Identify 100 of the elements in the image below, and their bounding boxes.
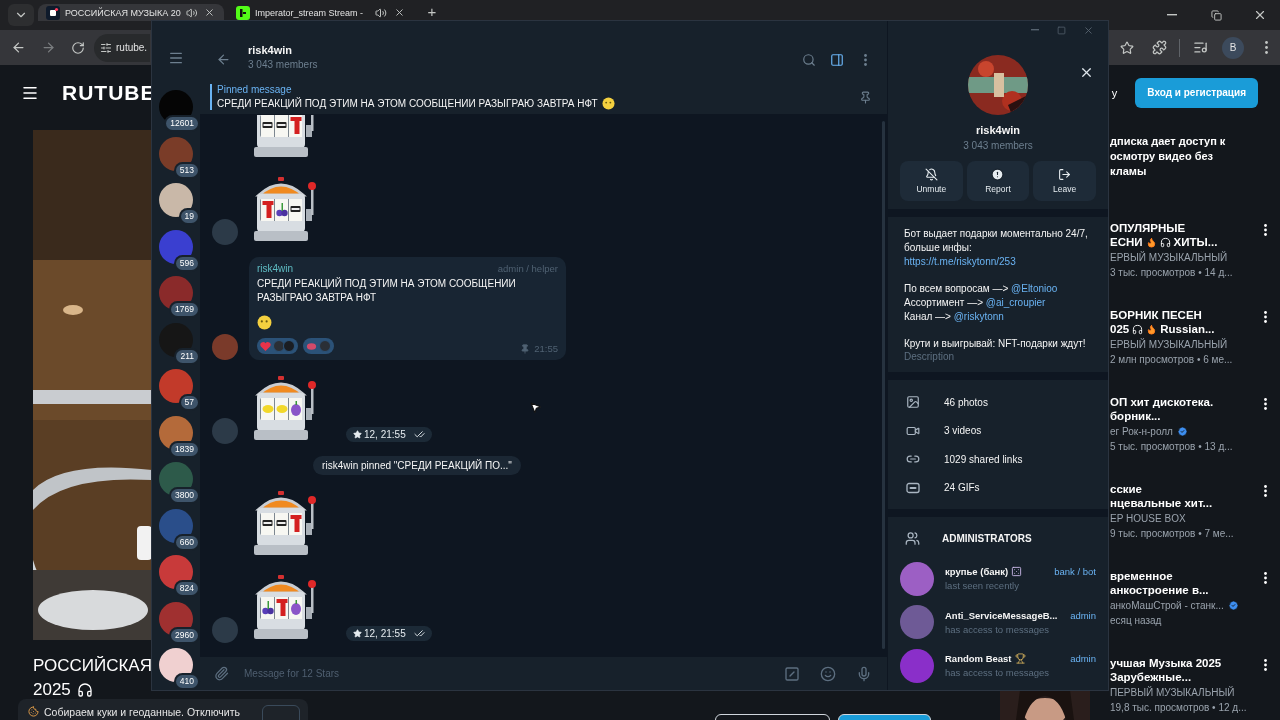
unread-count: 211	[176, 349, 198, 363]
video-meta: 5 тыс. просмотров • 13 д...	[1110, 440, 1233, 452]
star-icon	[1120, 40, 1134, 55]
restore-icon	[1210, 9, 1222, 21]
profile-action-button[interactable]: Leave	[1033, 161, 1096, 201]
profile-action-button[interactable]: Report	[966, 161, 1030, 201]
channel-name[interactable]: ЕР HOUSE BOX	[1110, 512, 1186, 524]
unread-count: 3800	[171, 489, 198, 502]
chat-avatar[interactable]	[159, 508, 193, 543]
video-title[interactable]: БОРНИК ПЕСЕН	[1110, 309, 1202, 321]
channel-name[interactable]: ег Рок-н-ролл	[1110, 425, 1173, 437]
more-icon	[1263, 224, 1267, 236]
puzzle-icon	[1151, 40, 1167, 55]
video-meta: есяц назад	[1110, 614, 1162, 626]
video-title[interactable]: ХИТЫ...	[1173, 236, 1218, 248]
description-link[interactable]: https://t.me/riskytonn/253	[904, 256, 1016, 267]
video-title[interactable]: Зарубежные...	[1110, 671, 1192, 683]
site-logo[interactable]: RUTUBE	[62, 80, 156, 105]
chat-avatar[interactable]	[159, 183, 193, 217]
media-count[interactable]: 1029 shared links	[944, 453, 1023, 465]
channel-name[interactable]: анкоМашСтрой - станк...	[1110, 599, 1224, 611]
video-title[interactable]: борник...	[1110, 410, 1161, 422]
pinned-text: СРЕДИ РЕАКЦИЙ ПОД ЭТИМ НА ЭТОМ СООБЩЕНИИ РАЗЫГРАЮ ЗАВТРА НФТ	[217, 98, 598, 109]
chat-avatar[interactable]	[159, 276, 193, 310]
description-link[interactable]: @riskytonn	[953, 311, 1004, 322]
more-icon	[863, 54, 867, 66]
speaker-icon	[375, 6, 387, 19]
description-text: Бот выдает подарки моментально 24/7, больше инфы:	[904, 228, 1088, 253]
fire-icon	[1145, 236, 1157, 248]
promo-text: осмотру видео без	[1110, 149, 1215, 164]
menu-icon	[168, 50, 184, 66]
chat-avatar[interactable]	[159, 555, 193, 589]
chat-avatar[interactable]	[159, 136, 193, 171]
star-icon	[353, 629, 362, 638]
video-title[interactable]: ОП хит дискотека.	[1110, 396, 1214, 408]
description-text: По всем вопросам —>	[904, 283, 1009, 294]
chat-avatar[interactable]	[159, 462, 193, 496]
channel-name[interactable]: ПЕРВЫЙ МУЗЫКАЛЬНЫЙ	[1110, 686, 1235, 698]
video-title[interactable]: нцевальные хит...	[1110, 497, 1213, 509]
admin-avatar[interactable]	[900, 561, 934, 596]
chat-avatar[interactable]	[159, 648, 193, 682]
dice-icon	[1011, 566, 1023, 578]
video-title[interactable]: временное	[1110, 570, 1173, 582]
browser-tab[interactable]: Imperator_stream Stream -	[228, 4, 414, 21]
video-title[interactable]: учшая Музыка 2025	[1110, 657, 1222, 669]
close-icon	[1083, 24, 1094, 36]
chat-avatar[interactable]	[159, 415, 193, 450]
profile-action-button[interactable]: Unmute	[900, 161, 963, 201]
unread-count: 1769	[171, 303, 198, 316]
new-tab-button[interactable]: +	[424, 3, 440, 19]
video-title: 2025	[33, 679, 71, 701]
admin-name[interactable]: крупье (банк)	[945, 566, 1009, 578]
message-time: 12, 21:55	[364, 628, 406, 639]
author-name[interactable]: risk4win	[257, 263, 294, 274]
chat-avatar[interactable]	[159, 601, 193, 636]
tab-title: Imperator_stream Stream -	[255, 7, 365, 18]
emoji-icon	[257, 315, 272, 330]
users-icon	[905, 530, 920, 546]
video-title[interactable]: сские	[1110, 483, 1142, 495]
unread-count: 12601	[166, 117, 198, 130]
media-count[interactable]: 24 GIFs	[944, 482, 980, 494]
more-icon	[1263, 398, 1267, 410]
profile-button[interactable]: B	[1222, 36, 1244, 59]
message-field[interactable]: Message for 12 Stars	[242, 667, 769, 680]
media-count[interactable]: 3 videos	[944, 425, 982, 437]
reaction-chip[interactable]	[303, 338, 334, 354]
member-count: 3 043 members	[963, 140, 1033, 151]
description-link[interactable]: @Eltonioo	[1011, 283, 1058, 294]
close-icon	[1253, 8, 1267, 22]
video-title[interactable]: анкостроение в...	[1110, 584, 1209, 596]
video-meta: 2 млн просмотров • 6 ме...	[1110, 353, 1233, 365]
video-title[interactable]: Russian...	[1160, 323, 1215, 335]
description-link[interactable]: @ai_croupier	[985, 297, 1046, 308]
reaction-chip[interactable]	[257, 338, 298, 354]
tab-list-button[interactable]	[8, 4, 34, 26]
maximize-icon	[1057, 25, 1066, 35]
site-favicon	[46, 5, 60, 20]
url-text: rutube.	[116, 42, 148, 53]
browser-tab[interactable]: РОССИЙСКАЯ МУЗЫКА 20	[38, 4, 224, 21]
video-title[interactable]: ОПУЛЯРНЫЕ	[1110, 222, 1186, 234]
channel-name[interactable]: ЕРВЫЙ МУЗЫКАЛЬНЫЙ	[1110, 338, 1228, 350]
chat-avatar[interactable]	[159, 229, 193, 264]
video-title[interactable]: 025	[1110, 323, 1130, 335]
close-icon	[393, 7, 405, 18]
unread-count: 1839	[171, 442, 198, 456]
bell-off-icon	[924, 168, 938, 181]
star-icon	[353, 430, 362, 439]
slash-icon	[784, 665, 800, 682]
video-title[interactable]: ЕСНИ	[1110, 236, 1143, 248]
media-count[interactable]: 46 photos	[944, 396, 988, 408]
admin-avatar[interactable]	[900, 648, 934, 683]
message-text: СРЕДИ РЕАКЦИЙ ПОД ЭТИМ НА ЭТОМ СООБЩЕНИИ РАЗЫГРАЮ ЗАВТРА НФТ	[257, 277, 517, 305]
admin-name[interactable]: Random Beast	[945, 653, 1012, 665]
admin-avatar[interactable]	[900, 605, 934, 640]
channel-name[interactable]: ЕРВЫЙ МУЗЫКАЛЬНЫЙ	[1110, 251, 1228, 263]
address-bar[interactable]: rutube.	[94, 33, 150, 62]
headphones-icon	[76, 682, 93, 698]
admin-name[interactable]: Anti_ServiceMessageB...	[945, 609, 1058, 621]
close-button[interactable]	[1079, 65, 1094, 80]
site-info-icon	[100, 41, 112, 54]
